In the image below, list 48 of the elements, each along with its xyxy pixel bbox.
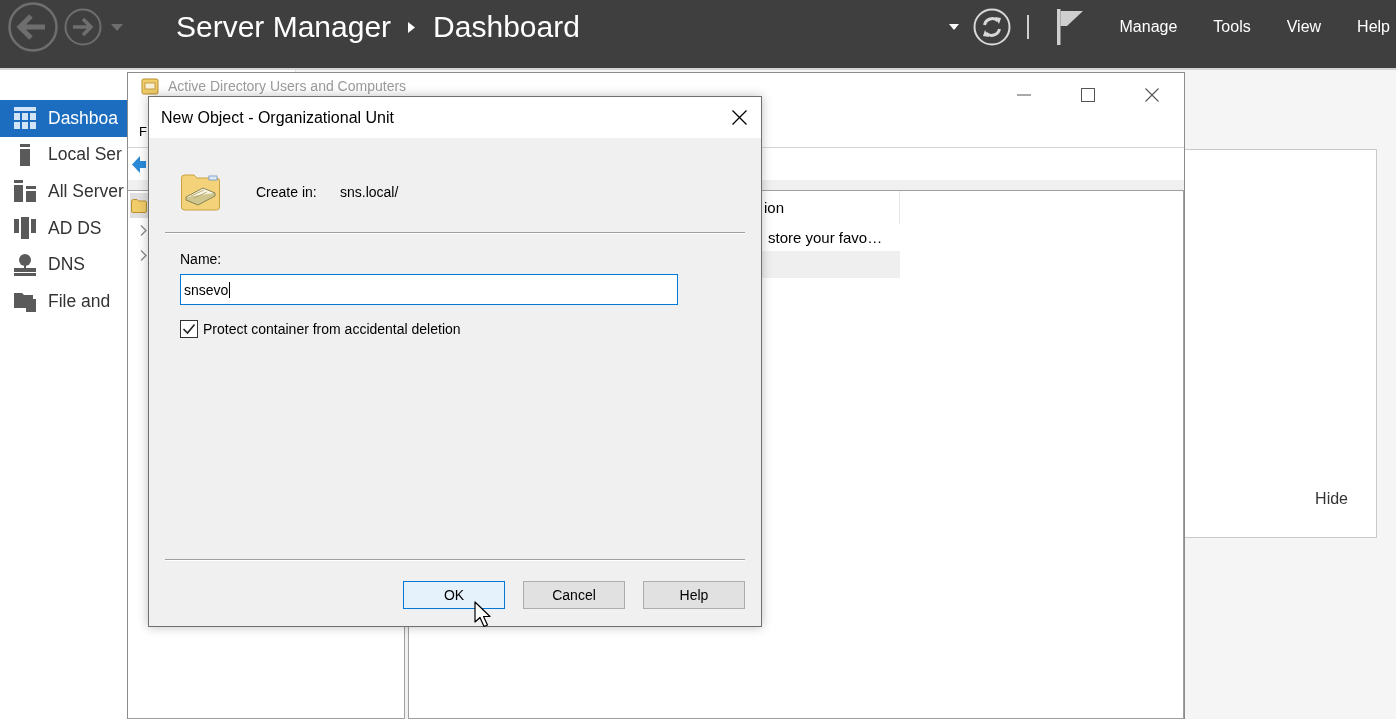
app-title: Server Manager bbox=[176, 9, 392, 45]
dialog-button[interactable]: Cancel bbox=[523, 581, 625, 609]
sidebar-item[interactable]: All Server bbox=[0, 173, 127, 210]
all-servers-icon bbox=[14, 180, 36, 203]
menu-item[interactable]: View bbox=[1286, 17, 1322, 37]
back-arrow-icon[interactable] bbox=[132, 155, 146, 173]
chevron-icon[interactable] bbox=[140, 225, 147, 236]
sidebar-item[interactable]: DNS bbox=[0, 246, 127, 283]
dropdown-caret-icon[interactable] bbox=[948, 24, 959, 30]
page-title: Dashboard bbox=[433, 9, 580, 45]
sidebar-item[interactable]: Local Ser bbox=[0, 136, 127, 174]
tree-item[interactable] bbox=[130, 193, 148, 218]
dialog-title: New Object - Organizational Unit bbox=[161, 108, 394, 127]
table-cell[interactable]: store your favo… bbox=[762, 224, 900, 251]
checkbox[interactable] bbox=[180, 320, 198, 338]
flag-icon[interactable] bbox=[1056, 9, 1083, 45]
folder-icon bbox=[131, 198, 147, 213]
folder-icon bbox=[141, 78, 159, 95]
file-storage-icon bbox=[14, 290, 36, 313]
breadcrumb-separator-icon bbox=[408, 21, 416, 33]
window-title: Active Directory Users and Computers bbox=[168, 78, 407, 95]
menu-item[interactable]: Manage bbox=[1119, 17, 1178, 37]
dns-icon bbox=[14, 253, 36, 276]
menu-item[interactable]: Help bbox=[1357, 17, 1390, 37]
ad-ds-icon bbox=[14, 217, 36, 240]
refresh-icon[interactable] bbox=[972, 8, 1011, 46]
dashboard-icon bbox=[14, 107, 36, 130]
chevron-icon[interactable] bbox=[140, 250, 147, 261]
minimize-icon bbox=[1017, 93, 1031, 96]
table-cell[interactable] bbox=[762, 251, 900, 278]
close-icon bbox=[1145, 87, 1159, 102]
hide-link[interactable]: Hide bbox=[1315, 490, 1348, 508]
dialog-button[interactable]: Help bbox=[643, 581, 745, 609]
checkbox-label[interactable]: Protect container from accidental deletion bbox=[203, 321, 461, 337]
menu-item[interactable]: Tools bbox=[1213, 17, 1251, 37]
sidebar-item[interactable]: Dashboa bbox=[0, 100, 127, 137]
mouse-pointer-icon bbox=[474, 601, 492, 628]
sidebar-item[interactable]: File and bbox=[0, 282, 127, 320]
name-label: Name: bbox=[180, 251, 222, 268]
close-icon bbox=[731, 110, 747, 125]
dialog-button[interactable]: OK bbox=[403, 581, 505, 609]
maximize-icon bbox=[1081, 87, 1095, 102]
create-in-path: sns.local/ bbox=[340, 184, 399, 200]
create-in-label: Create in: bbox=[256, 184, 318, 200]
name-input-field[interactable]: snsevo bbox=[180, 274, 678, 305]
sidebar-item[interactable]: AD DS bbox=[0, 209, 127, 247]
menu-item[interactable]: F bbox=[139, 124, 147, 139]
folder-icon bbox=[180, 173, 221, 211]
